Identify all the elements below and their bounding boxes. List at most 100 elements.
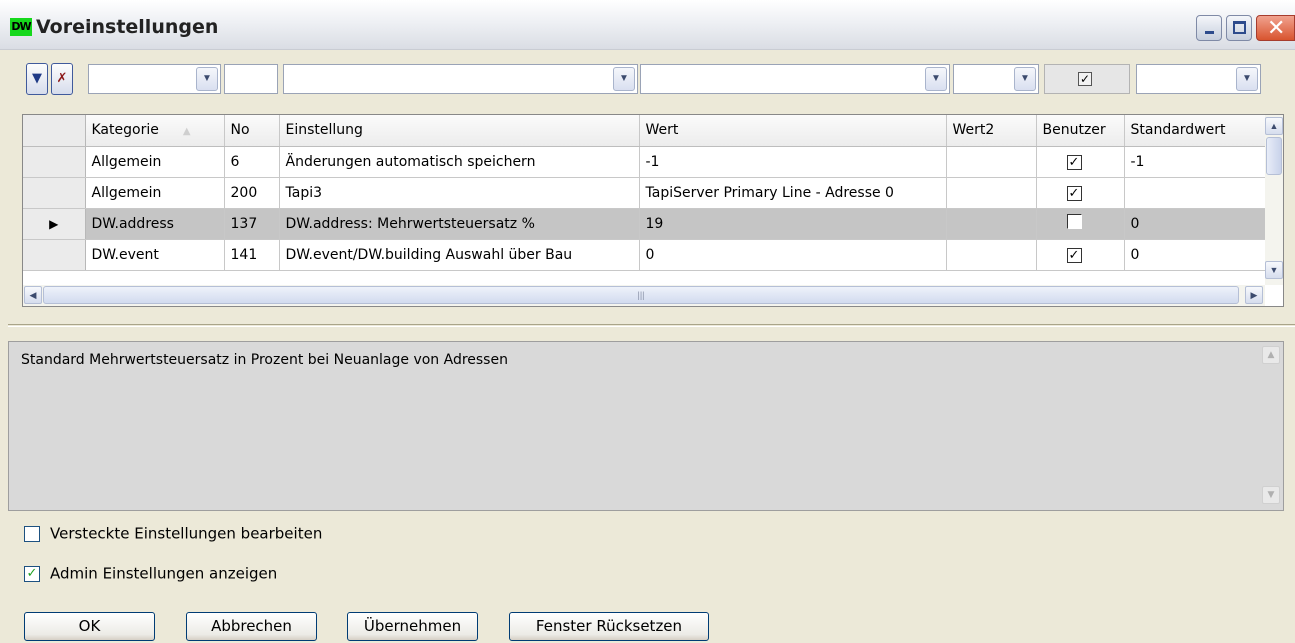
close-icon: ✕ bbox=[1267, 16, 1286, 41]
scroll-left-icon[interactable]: ◀ bbox=[24, 286, 42, 304]
app-icon: DW bbox=[10, 18, 32, 36]
scroll-up-icon[interactable]: ▲ bbox=[1262, 346, 1280, 364]
cell-standardwert[interactable] bbox=[1124, 177, 1266, 209]
cell-wert[interactable]: -1 bbox=[639, 146, 947, 178]
description-scrollbar[interactable]: ▲ ▼ bbox=[1261, 344, 1281, 508]
horizontal-scroll-thumb[interactable]: ||| bbox=[43, 286, 1239, 304]
benutzer-checkbox[interactable] bbox=[1066, 214, 1082, 229]
scroll-down-icon[interactable]: ▼ bbox=[1265, 261, 1283, 279]
column-header-no[interactable]: No bbox=[224, 115, 280, 147]
filter-standardwert[interactable]: ▼ bbox=[1136, 64, 1261, 94]
cell-no[interactable]: 6 bbox=[224, 146, 280, 178]
filter-icon-button[interactable]: ▼ bbox=[26, 63, 48, 95]
cell-no[interactable]: 141 bbox=[224, 239, 280, 271]
column-header-standardwert[interactable]: Standardwert bbox=[1124, 115, 1266, 147]
cell-standardwert[interactable]: 0 bbox=[1124, 239, 1266, 271]
table-row[interactable]: DW.event 141 DW.event/DW.building Auswah… bbox=[23, 239, 1266, 271]
scroll-up-icon[interactable]: ▲ bbox=[1265, 117, 1283, 135]
scroll-down-icon[interactable]: ▼ bbox=[1262, 486, 1280, 504]
chevron-down-icon[interactable]: ▼ bbox=[613, 67, 635, 91]
cell-kategorie[interactable]: DW.event bbox=[85, 239, 225, 271]
maximize-button[interactable] bbox=[1226, 15, 1252, 41]
cell-no[interactable]: 137 bbox=[224, 208, 280, 240]
table-row[interactable]: Allgemein 200 Tapi3 TapiServer Primary L… bbox=[23, 177, 1266, 209]
cell-no[interactable]: 200 bbox=[224, 177, 280, 209]
current-row-icon: ▶ bbox=[49, 216, 59, 231]
column-header-wert[interactable]: Wert bbox=[639, 115, 947, 147]
benutzer-checkbox[interactable]: ✓ bbox=[1066, 185, 1082, 201]
cell-einstellung[interactable]: Tapi3 bbox=[279, 177, 640, 209]
cell-kategorie[interactable]: DW.address bbox=[85, 208, 225, 240]
cancel-button[interactable]: Abbrechen bbox=[186, 612, 317, 641]
reset-window-button[interactable]: Fenster Rücksetzen bbox=[509, 612, 709, 641]
cell-benutzer[interactable] bbox=[1036, 208, 1125, 240]
benutzer-checkbox[interactable]: ✓ bbox=[1066, 154, 1082, 170]
settings-grid: Kategorie ▲ No Einstellung Wert Wert2 Ben… bbox=[22, 114, 1284, 307]
header-row: Kategorie ▲ No Einstellung Wert Wert2 Ben… bbox=[23, 115, 1266, 147]
cell-einstellung[interactable]: Änderungen automatisch speichern bbox=[279, 146, 640, 178]
filter-kategorie[interactable]: ▼ bbox=[88, 64, 221, 94]
sort-arrow-icon: ▲ bbox=[182, 126, 191, 138]
filter-wert[interactable]: ▼ bbox=[640, 64, 950, 94]
vertical-scroll-thumb[interactable] bbox=[1266, 137, 1282, 175]
cell-wert2[interactable] bbox=[946, 146, 1037, 178]
cell-wert2[interactable] bbox=[946, 208, 1037, 240]
hidden-settings-label[interactable]: Versteckte Einstellungen bearbeiten bbox=[50, 525, 322, 543]
admin-settings-label[interactable]: Admin Einstellungen anzeigen bbox=[50, 565, 277, 583]
cell-standardwert[interactable]: 0 bbox=[1124, 208, 1266, 240]
table-row-selected[interactable]: ▶ DW.address 137 DW.address: Mehrwertste… bbox=[23, 208, 1266, 240]
filter-wert2[interactable]: ▼ bbox=[953, 64, 1039, 94]
admin-settings-checkbox[interactable]: ✓ bbox=[24, 565, 40, 582]
cell-einstellung[interactable]: DW.event/DW.building Auswahl über Bau bbox=[279, 239, 640, 271]
cell-standardwert[interactable]: -1 bbox=[1124, 146, 1266, 178]
table-row[interactable]: Allgemein 6 Änderungen automatisch speic… bbox=[23, 146, 1266, 178]
row-selector[interactable]: ▶ bbox=[23, 208, 86, 240]
filter-benutzer-checkbox[interactable]: ✓ bbox=[1078, 72, 1092, 86]
chevron-down-icon[interactable]: ▼ bbox=[196, 67, 218, 91]
column-header-benutzer[interactable]: Benutzer bbox=[1036, 115, 1125, 147]
filter-row: ▼ ✗ ▼ ▼ ▼ ▼ ✓ ▼ bbox=[0, 58, 1295, 98]
column-header-einstellung[interactable]: Einstellung bbox=[279, 115, 640, 147]
cell-wert[interactable]: TapiServer Primary Line - Adresse 0 bbox=[639, 177, 947, 209]
row-selector[interactable] bbox=[23, 146, 86, 178]
chevron-down-icon[interactable]: ▼ bbox=[925, 67, 947, 91]
description-text: Standard Mehrwertsteuersatz in Prozent b… bbox=[21, 352, 508, 368]
cell-wert2[interactable] bbox=[946, 239, 1037, 271]
column-header-kategorie[interactable]: Kategorie ▲ bbox=[85, 115, 225, 147]
grid-vertical-scrollbar[interactable]: ▲ ▼ bbox=[1265, 115, 1283, 285]
cell-benutzer[interactable]: ✓ bbox=[1036, 146, 1125, 178]
panel-splitter[interactable] bbox=[8, 324, 1295, 327]
grid-horizontal-scrollbar[interactable]: ◀ ||| ▶ bbox=[23, 285, 1265, 306]
cell-wert[interactable]: 19 bbox=[639, 208, 947, 240]
column-header-wert2[interactable]: Wert2 bbox=[946, 115, 1037, 147]
cell-wert[interactable]: 0 bbox=[639, 239, 947, 271]
hidden-settings-checkbox[interactable] bbox=[24, 525, 40, 542]
admin-settings-option[interactable]: ✓ Admin Einstellungen anzeigen bbox=[24, 564, 277, 583]
cell-benutzer[interactable]: ✓ bbox=[1036, 239, 1125, 271]
cell-kategorie[interactable]: Allgemein bbox=[85, 146, 225, 178]
chevron-down-icon[interactable]: ▼ bbox=[1236, 67, 1258, 91]
cell-wert2[interactable] bbox=[946, 177, 1037, 209]
cell-kategorie[interactable]: Allgemein bbox=[85, 177, 225, 209]
clear-filter-icon: ✗ bbox=[56, 71, 68, 86]
window-title: Voreinstellungen bbox=[36, 16, 219, 38]
apply-button[interactable]: Übernehmen bbox=[347, 612, 478, 641]
row-selector[interactable] bbox=[23, 177, 86, 209]
hidden-settings-option[interactable]: Versteckte Einstellungen bearbeiten bbox=[24, 524, 322, 543]
cell-benutzer[interactable]: ✓ bbox=[1036, 177, 1125, 209]
benutzer-checkbox[interactable]: ✓ bbox=[1066, 247, 1082, 263]
cell-einstellung[interactable]: DW.address: Mehrwertsteuersatz % bbox=[279, 208, 640, 240]
scroll-right-icon[interactable]: ▶ bbox=[1245, 286, 1263, 304]
close-button[interactable]: ✕ bbox=[1256, 15, 1295, 41]
clear-filter-icon-button[interactable]: ✗ bbox=[51, 63, 73, 95]
minimize-button[interactable] bbox=[1196, 15, 1222, 41]
settings-table: Kategorie ▲ No Einstellung Wert Wert2 Ben… bbox=[23, 115, 1266, 271]
ok-button[interactable]: OK bbox=[24, 612, 155, 641]
filter-einstellung[interactable]: ▼ bbox=[283, 64, 638, 94]
maximize-icon bbox=[1233, 21, 1246, 34]
filter-no[interactable] bbox=[224, 64, 278, 94]
chevron-down-icon[interactable]: ▼ bbox=[1014, 67, 1036, 91]
filter-benutzer[interactable]: ✓ bbox=[1044, 64, 1130, 94]
row-selector[interactable] bbox=[23, 239, 86, 271]
row-header-corner bbox=[23, 115, 86, 147]
